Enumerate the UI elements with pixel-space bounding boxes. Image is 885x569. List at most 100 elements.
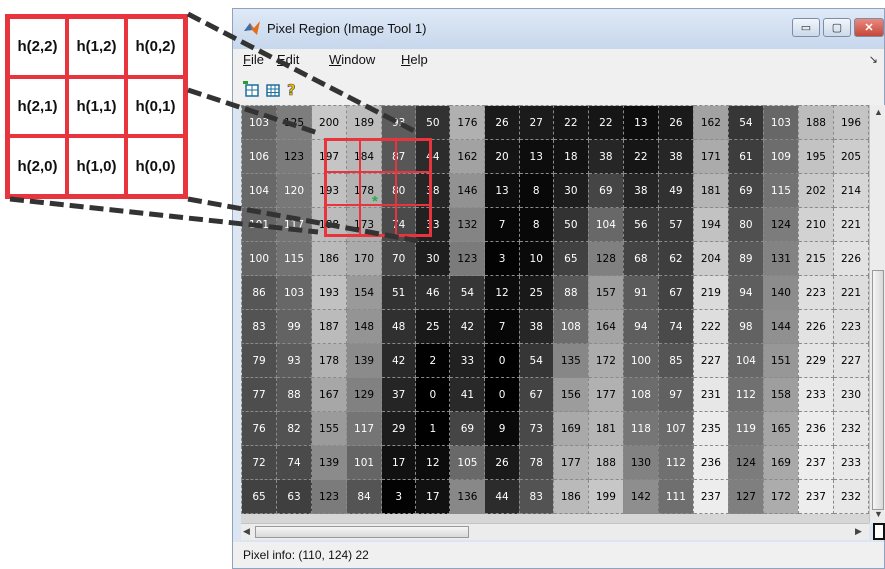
pixel-cell[interactable]: 232 <box>832 479 869 514</box>
pixel-cell[interactable]: 18 <box>552 139 589 174</box>
pixel-cell[interactable]: 139 <box>346 343 383 378</box>
pixel-grid-viewport[interactable]: 103 125 200 189 93 50 176 26 27 22 22 13 26 162 54 103 1… <box>241 105 869 523</box>
pixel-cell[interactable]: 20 <box>484 139 520 174</box>
pixel-cell[interactable]: 189 <box>346 105 383 140</box>
pixel-cell[interactable]: 2 <box>415 343 451 378</box>
pixel-cell[interactable]: 229 <box>797 343 834 378</box>
pixel-cell[interactable]: 84 <box>346 479 383 514</box>
pixel-cell[interactable]: 85 <box>657 343 694 378</box>
pixel-cell[interactable]: 69 <box>727 173 764 208</box>
pixel-cell[interactable]: 54 <box>518 343 554 378</box>
pixel-cell[interactable]: 69 <box>587 173 624 208</box>
pixel-cell[interactable]: 148 <box>346 309 383 344</box>
pixel-cell[interactable]: 103 <box>241 105 278 140</box>
pixel-cell[interactable]: 54 <box>449 275 486 310</box>
pixel-cell[interactable]: 26 <box>484 445 520 480</box>
pixel-cell[interactable]: 125 <box>276 105 313 140</box>
pixel-cell[interactable]: 195 <box>797 139 834 174</box>
pixel-cell[interactable]: 7 <box>484 309 520 344</box>
pixel-cell[interactable]: 200 <box>311 105 348 140</box>
pixel-cell[interactable]: 221 <box>832 207 869 242</box>
pixel-cell[interactable]: 236 <box>692 445 729 480</box>
pixel-cell[interactable]: 13 <box>518 139 554 174</box>
pixel-cell[interactable]: 3 <box>381 479 417 514</box>
pixel-cell[interactable]: 25 <box>518 275 554 310</box>
pixel-cell[interactable]: 100 <box>241 241 278 276</box>
pixel-cell[interactable]: 3 <box>484 241 520 276</box>
pixel-cell[interactable]: 117 <box>346 411 383 446</box>
pixel-cell[interactable]: 17 <box>381 445 417 480</box>
pixel-cell[interactable]: 136 <box>449 479 486 514</box>
pixel-cell[interactable]: 10 <box>518 241 554 276</box>
menu-edit[interactable]: Edit <box>277 52 299 67</box>
pixel-cell[interactable]: 115 <box>762 173 799 208</box>
pixel-cell[interactable]: 214 <box>832 173 869 208</box>
pixel-cell[interactable]: 0 <box>484 343 520 378</box>
vertical-scroll-thumb[interactable] <box>872 270 884 510</box>
pixel-cell[interactable]: 22 <box>552 105 589 140</box>
dock-arrow-icon[interactable]: ↘ <box>869 53 878 66</box>
pixel-cell[interactable]: 186 <box>311 241 348 276</box>
pixel-cell[interactable]: 184 <box>346 139 383 174</box>
pixel-cell[interactable]: 93 <box>381 105 417 140</box>
pixel-cell[interactable]: 1 <box>415 411 451 446</box>
pixel-cell[interactable]: 78 <box>518 445 554 480</box>
scroll-down-icon[interactable]: ▼ <box>874 509 883 519</box>
pixel-cell[interactable]: 87 <box>381 139 417 174</box>
pixel-cell[interactable]: 130 <box>622 445 659 480</box>
pixel-cell[interactable]: 38 <box>587 139 624 174</box>
pixel-cell[interactable]: 33 <box>415 207 451 242</box>
close-button[interactable]: ✕ <box>854 18 884 37</box>
scroll-right-icon[interactable]: ▶ <box>855 526 862 537</box>
pixel-cell[interactable]: 232 <box>832 411 869 446</box>
pixel-cell[interactable]: 0 <box>415 377 451 412</box>
pixel-cell[interactable]: 236 <box>797 411 834 446</box>
pixel-cell[interactable]: 46 <box>415 275 451 310</box>
pixel-cell[interactable]: 176 <box>449 105 486 140</box>
pixel-cell[interactable]: 162 <box>692 105 729 140</box>
pixel-cell[interactable]: 167 <box>311 377 348 412</box>
pixel-cell[interactable]: 151 <box>762 343 799 378</box>
pixel-cell[interactable]: 12 <box>415 445 451 480</box>
scroll-up-icon[interactable]: ▲ <box>874 107 883 117</box>
pixel-cell[interactable]: 111 <box>657 479 694 514</box>
pixel-cell[interactable]: 98 <box>727 309 764 344</box>
pixel-cell[interactable]: 124 <box>762 207 799 242</box>
pixel-cell[interactable]: 112 <box>657 445 694 480</box>
pixel-cell[interactable]: 69 <box>449 411 486 446</box>
pixel-cell[interactable]: 223 <box>832 309 869 344</box>
pixel-cell[interactable]: 101 <box>241 207 278 242</box>
minimize-button[interactable]: ▭ <box>792 18 820 37</box>
pixel-cell[interactable]: 74 <box>657 309 694 344</box>
pixel-cell[interactable]: 83 <box>241 309 278 344</box>
pixel-cell[interactable]: 88 <box>276 377 313 412</box>
pixel-cell[interactable]: 237 <box>797 479 834 514</box>
horizontal-scrollbar[interactable]: ◀ ▶ <box>241 523 869 540</box>
pixel-cell[interactable]: 115 <box>276 241 313 276</box>
pixel-cell[interactable]: 76 <box>241 411 278 446</box>
pixel-cell[interactable]: 63 <box>276 479 313 514</box>
pixel-cell[interactable]: 30 <box>552 173 589 208</box>
pixel-cell[interactable]: 9 <box>484 411 520 446</box>
pixel-cell[interactable]: 202 <box>797 173 834 208</box>
horizontal-scroll-thumb[interactable] <box>255 526 469 538</box>
pixel-cell[interactable]: 44 <box>415 139 451 174</box>
pixel-cell[interactable]: 7 <box>484 207 520 242</box>
pixel-cell[interactable]: 37 <box>381 377 417 412</box>
pixel-cell[interactable]: 22 <box>587 105 624 140</box>
pixel-cell[interactable]: 170 <box>346 241 383 276</box>
pixel-cell[interactable]: 226 <box>797 309 834 344</box>
pixel-cell[interactable]: 48 <box>381 309 417 344</box>
pixel-cell[interactable]: 107 <box>657 411 694 446</box>
pixel-cell[interactable]: 171 <box>692 139 729 174</box>
pixel-cell[interactable]: 172 <box>762 479 799 514</box>
pixel-cell[interactable]: 197 <box>311 139 348 174</box>
pixel-cell[interactable]: 139 <box>311 445 348 480</box>
pixel-cell[interactable]: 44 <box>484 479 520 514</box>
pixel-cell[interactable]: 106 <box>241 139 278 174</box>
pixel-cell[interactable]: 56 <box>622 207 659 242</box>
pixel-cell[interactable]: 187 <box>311 309 348 344</box>
pixel-cell[interactable]: 204 <box>692 241 729 276</box>
pixel-cell[interactable]: 210 <box>797 207 834 242</box>
pixel-cell[interactable]: 38 <box>518 309 554 344</box>
